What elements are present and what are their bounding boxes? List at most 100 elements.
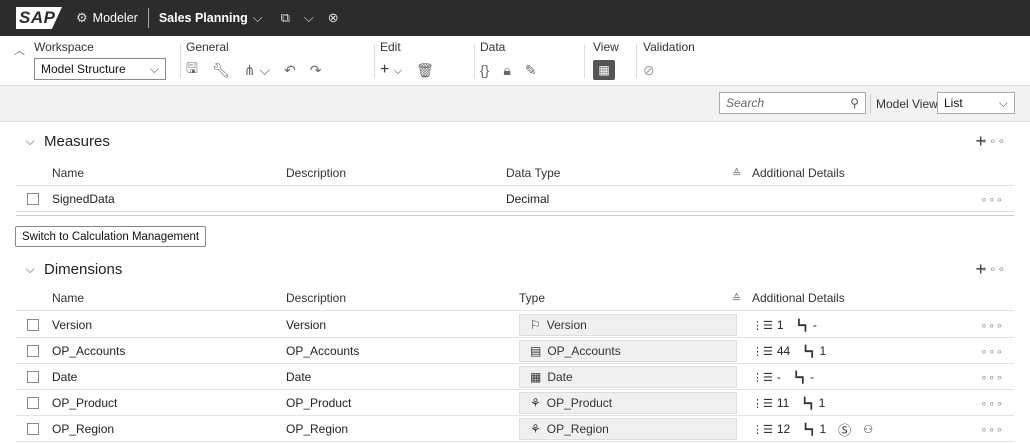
row-more-icon[interactable]: ∘∘∘: [980, 338, 1004, 364]
redo-icon[interactable]: ↷: [310, 62, 322, 79]
view-label: View: [593, 40, 619, 54]
row-name: OP_Product: [52, 396, 118, 410]
members-icon: ⋮☰: [752, 371, 773, 384]
account-icon: ▤: [530, 344, 542, 358]
workspace-select[interactable]: Model Structure ⌵: [34, 58, 166, 80]
column-type[interactable]: Type: [519, 285, 545, 311]
collapse-toolbar-icon[interactable]: ︿: [14, 42, 25, 58]
table-row[interactable]: Version Version ⚐ Version ⋮☰ 1 ┗┓ - ∘∘∘: [16, 312, 1014, 338]
sort-icon[interactable]: ≙: [732, 285, 741, 311]
table-row[interactable]: OP_Product OP_Product ⚘ OP_Product ⋮☰ 11 ┗┓…: [16, 390, 1014, 416]
row-type[interactable]: ⚘ OP_Product: [519, 392, 737, 414]
hierarchy-count: 1: [819, 422, 827, 436]
search-input[interactable]: Search ⚲: [719, 92, 866, 114]
dimensions-title: Dimensions: [44, 260, 123, 278]
row-more-icon[interactable]: ∘∘∘: [980, 416, 1004, 442]
save-icon[interactable]: 🖫: [186, 58, 198, 82]
gear-icon: ⚙: [76, 10, 88, 25]
table-row[interactable]: Date Date ▦ Date ⋮☰ - ┗┓ - ∘∘∘: [16, 364, 1014, 390]
hierarchy-icon: ┗┓: [792, 371, 807, 384]
row-type[interactable]: ⚘ OP_Region: [519, 418, 737, 440]
row-checkbox[interactable]: [27, 319, 39, 331]
grid-view-icon[interactable]: ▦: [593, 60, 615, 80]
row-description: OP_Accounts: [286, 344, 360, 358]
row-checkbox[interactable]: [27, 345, 39, 357]
open-in-new-window-button[interactable]: ⧉: [281, 10, 290, 26]
edit-pencil-icon[interactable]: ✎: [525, 62, 537, 79]
chevron-down-icon[interactable]: ⌵: [20, 262, 40, 277]
toolbar-separator: [636, 44, 637, 78]
row-checkbox[interactable]: [27, 397, 39, 409]
row-details: ⋮☰ - ┗┓ -: [752, 364, 814, 390]
column-description[interactable]: Description: [286, 160, 346, 186]
search-icon[interactable]: ⚲: [850, 96, 859, 110]
chevron-down-icon[interactable]: ⌵: [20, 134, 40, 149]
row-name: SignedData: [52, 192, 115, 206]
column-name[interactable]: Name: [52, 285, 84, 311]
row-more-icon[interactable]: ∘∘∘: [980, 186, 1004, 212]
lock-icon[interactable]: 🔒︎: [503, 62, 510, 79]
table-row[interactable]: OP_Accounts OP_Accounts ▤ OP_Accounts ⋮☰ 4…: [16, 338, 1014, 364]
formula-icon[interactable]: {}: [480, 62, 489, 78]
delete-icon[interactable]: 🗑︎: [416, 62, 434, 79]
row-more-icon[interactable]: ∘∘∘: [980, 364, 1004, 390]
row-type[interactable]: ▤ OP_Accounts: [519, 340, 737, 362]
shell-bar: SAP ⚙ Modeler Sales Planning ⌵ ⧉ ⌵ ⊗: [0, 0, 1030, 36]
general-label: General: [186, 40, 229, 54]
column-data-type[interactable]: Data Type: [506, 160, 560, 186]
add-icon[interactable]: + ⌵: [380, 61, 402, 79]
row-type[interactable]: ▦ Date: [519, 366, 737, 388]
check-circle-icon[interactable]: ⊘: [643, 62, 655, 79]
model-title-menu[interactable]: Sales Planning ⌵: [159, 10, 263, 26]
data-group: Data {} 🔒︎ ✎: [480, 40, 537, 80]
copy-window-icon: ⧉: [280, 10, 290, 25]
wrench-icon[interactable]: 🔧︎: [212, 62, 230, 79]
edit-group: Edit + ⌵ 🗑︎: [380, 40, 434, 80]
chevron-down-icon: ⌵: [998, 95, 1008, 110]
row-more-icon[interactable]: ∘∘∘: [980, 390, 1004, 416]
modeler-app[interactable]: ⚙ Modeler: [76, 10, 138, 26]
row-details: ⋮☰ 12 ┗┓ 1 Ⓢ ⚇: [752, 416, 873, 442]
shell-separator: [147, 8, 149, 28]
measures-header: ⌵ Measures + ∘∘∘: [16, 126, 1014, 156]
column-additional-details[interactable]: Additional Details: [752, 160, 845, 186]
model-view-label: Model View: [876, 97, 938, 111]
edit-label: Edit: [380, 40, 401, 54]
shell-more-button[interactable]: ⌵: [304, 10, 314, 26]
dimensions-section: ⌵ Dimensions + ∘∘∘ Name Description Type…: [16, 254, 1014, 443]
hierarchy-count: -: [810, 370, 815, 384]
row-checkbox[interactable]: [27, 423, 39, 435]
sort-icon[interactable]: ≙: [732, 160, 741, 186]
row-type[interactable]: ⚐ Version: [519, 314, 737, 336]
generic-dimension-icon: ⚘: [530, 422, 541, 436]
row-checkbox[interactable]: [27, 193, 39, 205]
app-name: Modeler: [92, 11, 138, 25]
section-divider: [16, 215, 1014, 216]
column-description[interactable]: Description: [286, 285, 346, 311]
switch-to-calculation-management-button[interactable]: Switch to Calculation Management: [15, 226, 207, 247]
more-icon[interactable]: ∘∘∘: [980, 262, 1006, 276]
hierarchy-icon: ┗┓: [795, 319, 809, 332]
table-row[interactable]: OP_Region OP_Region ⚘ OP_Region ⋮☰ 12 ┗┓ 1 Ⓢ ⚇…: [16, 416, 1014, 442]
row-description: Date: [286, 370, 312, 384]
row-name: Date: [52, 370, 78, 384]
filter-separator: [870, 94, 871, 114]
workspace-group: Workspace Model Structure ⌵: [34, 40, 166, 80]
sap-logo[interactable]: SAP: [16, 7, 62, 29]
column-additional-details[interactable]: Additional Details: [752, 285, 845, 311]
share-icon[interactable]: ⋔ ⌵: [244, 62, 270, 79]
close-model-button[interactable]: ⊗: [328, 10, 339, 26]
row-checkbox[interactable]: [27, 371, 39, 383]
model-view-select[interactable]: List ⌵: [937, 92, 1015, 114]
row-more-icon[interactable]: ∘∘∘: [980, 312, 1004, 338]
view-group: View ▦: [593, 40, 619, 80]
column-name[interactable]: Name: [52, 160, 84, 186]
toolbar: ︿ Workspace Model Structure ⌵ General 🖫 …: [0, 36, 1030, 86]
table-row[interactable]: SignedData Decimal ∘∘∘: [16, 186, 1014, 212]
undo-icon[interactable]: ↶: [284, 62, 296, 79]
toolbar-separator: [584, 44, 585, 78]
chevron-down-icon: ⌵: [303, 10, 314, 25]
validation-group: Validation ⊘: [643, 40, 695, 80]
more-icon[interactable]: ∘∘∘: [980, 134, 1006, 148]
chevron-down-icon: ⌵: [252, 10, 263, 25]
